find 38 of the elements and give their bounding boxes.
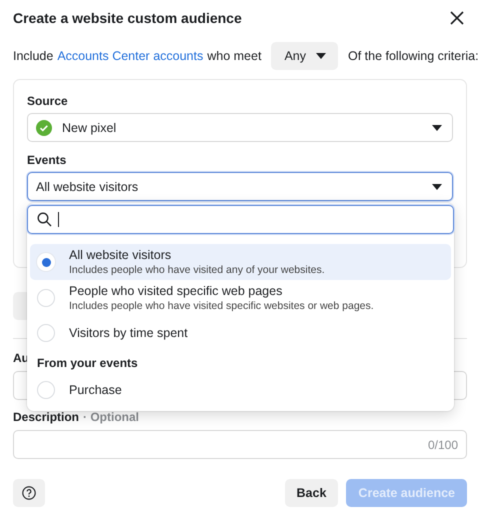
- option-description: Includes people who have visited any of your websites.: [69, 264, 325, 276]
- search-field[interactable]: [27, 205, 454, 234]
- character-counter: 0/100: [428, 438, 458, 452]
- option-title: Purchase: [69, 383, 122, 397]
- menu-option[interactable]: All website visitors Includes people who have visited any of your websites.: [30, 244, 451, 280]
- option-description: Includes people who have visited specific websites or web pages.: [69, 300, 374, 312]
- caret-icon: [432, 184, 442, 190]
- back-button[interactable]: Back: [284, 479, 338, 507]
- radio-button[interactable]: [37, 289, 55, 307]
- match-dropdown[interactable]: Any: [271, 42, 338, 70]
- criteria-text: Include: [13, 49, 54, 63]
- criteria-text: Of the following criteria:: [348, 49, 479, 63]
- source-dropdown[interactable]: New pixel: [27, 113, 453, 142]
- menu-option[interactable]: Purchase: [30, 373, 451, 407]
- help-button[interactable]: [13, 479, 45, 507]
- radio-button[interactable]: [37, 381, 55, 399]
- dialog-title: Create a website custom audience: [13, 10, 242, 26]
- check-icon: [36, 120, 52, 136]
- field-label: Events: [27, 153, 68, 167]
- field-label: Description: [13, 410, 80, 424]
- criteria-text: who meet: [207, 49, 262, 63]
- option-title: People who visited specific web pages: [69, 284, 284, 298]
- caret-icon: [316, 53, 326, 59]
- radio-button[interactable]: [37, 324, 55, 342]
- option-title: All website visitors: [69, 248, 172, 262]
- text-cursor: [58, 212, 59, 227]
- option-title: Visitors by time spent: [69, 326, 188, 340]
- accounts-link[interactable]: Accounts Center accounts: [57, 49, 204, 63]
- close-icon[interactable]: [448, 9, 466, 27]
- field-label: Source: [27, 94, 69, 108]
- search-icon: [37, 212, 52, 227]
- caret-icon: [432, 124, 442, 130]
- menu-section-header: From your events: [36, 355, 139, 372]
- menu-option[interactable]: People who visited specific web pages Includes people who have visited specific websites or web pages.: [30, 280, 451, 316]
- help-icon: [22, 486, 36, 500]
- optional-hint: · Optional: [83, 410, 140, 424]
- events-dropdown[interactable]: All website visitors: [27, 172, 453, 201]
- menu-option[interactable]: Visitors by time spent: [30, 316, 451, 350]
